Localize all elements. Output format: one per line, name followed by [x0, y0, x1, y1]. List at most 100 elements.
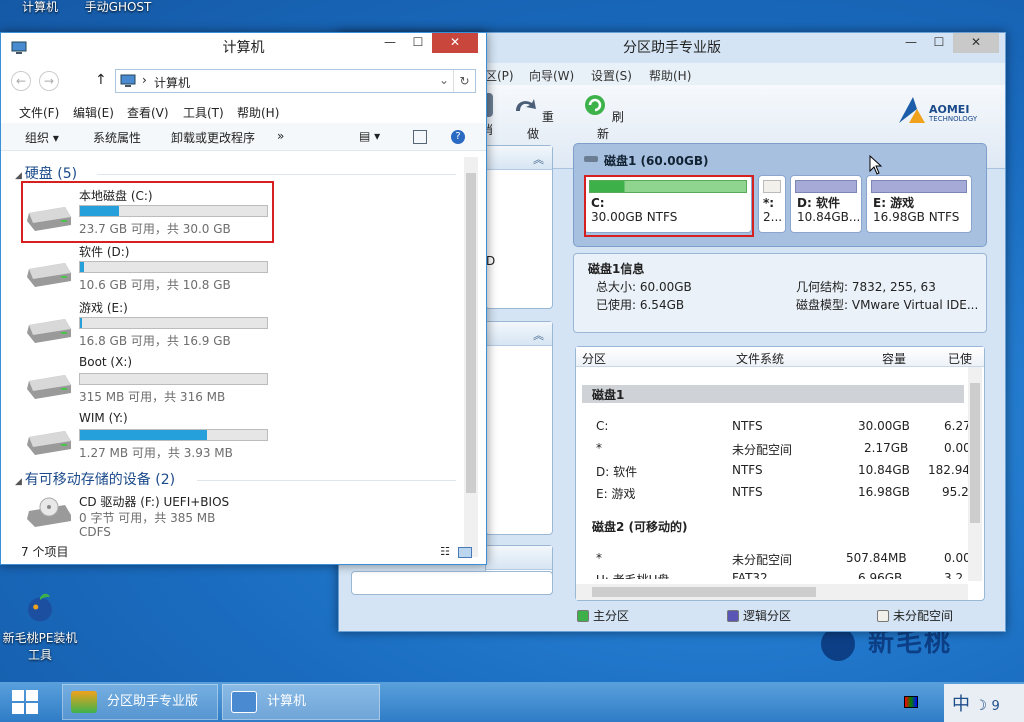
table-row[interactable]: * 未分配空间 507.84MB 0.00	[576, 549, 971, 569]
taskbar-item-aomei[interactable]: 分区助手专业版	[62, 684, 218, 720]
cell-partition: *	[596, 551, 602, 565]
cell-filesystem: NTFS	[732, 485, 763, 499]
maximize-button[interactable]: ☐	[404, 33, 432, 53]
section-divider	[197, 480, 456, 481]
table-vscroll[interactable]	[968, 367, 982, 581]
hard-drive-icon	[27, 319, 71, 343]
cell-filesystem: FAT32	[732, 571, 768, 579]
drive-x[interactable]: Boot (X:) 315 MB 可用，共 316 MB	[23, 355, 283, 411]
column-header-capacity[interactable]: 容量	[882, 350, 906, 367]
column-header-partition[interactable]: 分区	[582, 350, 606, 367]
left-panel-operations: ︽ D	[485, 145, 553, 309]
explorer-title-bar[interactable]: 计算机 — ☐ ✕	[1, 33, 486, 63]
close-button[interactable]: ✕	[432, 33, 478, 53]
refresh-button[interactable]: 刷新	[581, 93, 625, 142]
partition-e[interactable]: E: 游戏 16.98GB NTFS	[866, 175, 972, 233]
drive-cd[interactable]: CD 驱动器 (F:) UEFI+BIOS 0 字节 可用，共 385 MB C…	[23, 493, 283, 539]
menu-tools[interactable]: 工具(T)	[183, 104, 224, 121]
partition-unallocated[interactable]: *: 2...	[758, 175, 786, 233]
disk-info-title: 磁盘1信息	[588, 262, 645, 276]
refresh-icon[interactable]: ↻	[453, 70, 475, 92]
tiles-view-icon[interactable]	[458, 547, 472, 558]
table-row[interactable]: E: 游戏 NTFS 16.98GB 95.28	[576, 483, 976, 503]
drive-size: 0 字节 可用，共 385 MB	[79, 511, 216, 525]
forward-button[interactable]: →	[39, 71, 59, 91]
table-row[interactable]: D: 软件 NTFS 10.84GB 182.94	[576, 461, 970, 481]
hard-drive-icon	[27, 263, 71, 287]
minimize-button[interactable]: —	[897, 33, 925, 53]
cell-filesystem: NTFS	[732, 419, 763, 433]
drive-e[interactable]: 游戏 (E:) 16.8 GB 可用，共 16.9 GB	[23, 299, 283, 355]
address-dropdown-icon[interactable]: ⌄	[439, 73, 449, 87]
address-bar-row: ← → ↑ › 计算机 ⌄ ↻	[11, 69, 476, 95]
menu-edit[interactable]: 编辑(E)	[73, 104, 114, 121]
partition-bar	[763, 180, 781, 193]
explorer-vscroll[interactable]	[464, 157, 478, 557]
command-bar: 组织 ▾ 系统属性 卸载或更改程序 » ▤ ▾ ?	[1, 123, 486, 151]
more-button[interactable]: »	[277, 129, 284, 143]
organize-button[interactable]: 组织 ▾	[25, 129, 59, 146]
redo-button[interactable]: 重做	[511, 93, 555, 142]
drive-y[interactable]: WIM (Y:) 1.27 MB 可用，共 3.93 MB	[23, 411, 283, 467]
address-text: 计算机	[154, 76, 191, 90]
cell-capacity: 30.00GB	[858, 419, 910, 433]
desktop-icon-pe-tool[interactable]: 新毛桃PE装机 工具	[0, 590, 80, 663]
cell-filesystem: NTFS	[732, 463, 763, 477]
cell-filesystem: 未分配空间	[732, 443, 793, 457]
menu-view[interactable]: 查看(V)	[127, 104, 169, 121]
tray-color-icon[interactable]	[904, 696, 918, 708]
details-view-icon[interactable]: ☷	[440, 545, 450, 558]
menu-settings[interactable]: 设置(S)	[591, 67, 632, 84]
table-row[interactable]: C: NTFS 30.00GB 6.27	[576, 417, 971, 437]
desktop-icon-ghost[interactable]: 手动GHOST	[80, 0, 156, 15]
cell-capacity: 10.84GB	[858, 463, 910, 477]
close-button[interactable]: ✕	[953, 33, 999, 53]
uninstall-button[interactable]: 卸载或更改程序	[171, 129, 255, 146]
brand-sub: TECHNOLOGY	[929, 115, 978, 123]
computer-icon	[11, 41, 27, 54]
drive-name: CD 驱动器 (F:) UEFI+BIOS	[79, 495, 230, 509]
status-item-count: 7 个项目	[21, 545, 69, 559]
partition-size: 2...	[763, 210, 783, 224]
address-box[interactable]: › 计算机 ⌄ ↻	[115, 69, 476, 93]
windows-logo-icon	[12, 690, 38, 714]
minimize-button[interactable]: —	[376, 33, 404, 53]
system-properties-button[interactable]: 系统属性	[93, 129, 141, 146]
column-header-filesystem[interactable]: 文件系统	[736, 350, 784, 367]
taskbar-item-explorer[interactable]: 计算机	[222, 684, 380, 720]
menu-file[interactable]: 文件(F)	[19, 104, 59, 121]
table-header: 分区 文件系统 容量 已使	[576, 347, 984, 367]
collapse-icon[interactable]: ︽	[533, 327, 544, 343]
menu-partition[interactable]: 区(P)	[485, 67, 514, 84]
view-options-icon[interactable]: ▤ ▾	[359, 129, 380, 143]
ime-indicator[interactable]: 中 ☽ 9	[944, 684, 1024, 722]
menu-help[interactable]: 帮助(H)	[649, 67, 691, 84]
legend-swatch	[577, 610, 589, 622]
legend-unallocated: 未分配空间	[877, 607, 953, 624]
desktop-icon-computer[interactable]: 计算机	[2, 0, 78, 15]
menu-help[interactable]: 帮助(H)	[237, 104, 279, 121]
table-row[interactable]: * 未分配空间 2.17GB 0.00	[576, 439, 971, 459]
disk-icon	[584, 156, 598, 162]
cell-partition: D: 软件	[596, 465, 638, 479]
up-button[interactable]: ↑	[95, 72, 107, 88]
table-row[interactable]: U: 老毛桃U盘 FAT32 6.96GB 3.2	[576, 569, 964, 579]
section-hard-disks[interactable]: ◢ 硬盘 (5)	[15, 163, 77, 183]
start-button[interactable]	[10, 688, 42, 716]
collapse-icon[interactable]: ︽	[533, 151, 544, 167]
left-panel-actions: ︽	[485, 321, 553, 535]
partition-d[interactable]: D: 软件 10.84GB...	[790, 175, 862, 233]
drive-d[interactable]: 软件 (D:) 10.6 GB 可用，共 10.8 GB	[23, 243, 283, 299]
disk-map: 磁盘1 (60.00GB) C: 30.00GB NTFS *: 2... D:…	[573, 143, 987, 247]
drive-size: 1.27 MB 可用，共 3.93 MB	[79, 446, 233, 460]
back-button[interactable]: ←	[11, 71, 31, 91]
menu-wizard[interactable]: 向导(W)	[529, 67, 574, 84]
drive-usage-bar	[79, 429, 268, 441]
section-removable[interactable]: ◢ 有可移动存储的设备 (2)	[15, 469, 175, 489]
maximize-button[interactable]: ☐	[925, 33, 953, 53]
disk-geometry: 几何结构: 7832, 255, 63	[796, 280, 936, 294]
table-hscroll[interactable]	[576, 584, 968, 600]
column-header-used[interactable]: 已使	[948, 350, 972, 367]
help-icon[interactable]: ?	[451, 130, 465, 144]
preview-pane-icon[interactable]	[413, 130, 427, 144]
